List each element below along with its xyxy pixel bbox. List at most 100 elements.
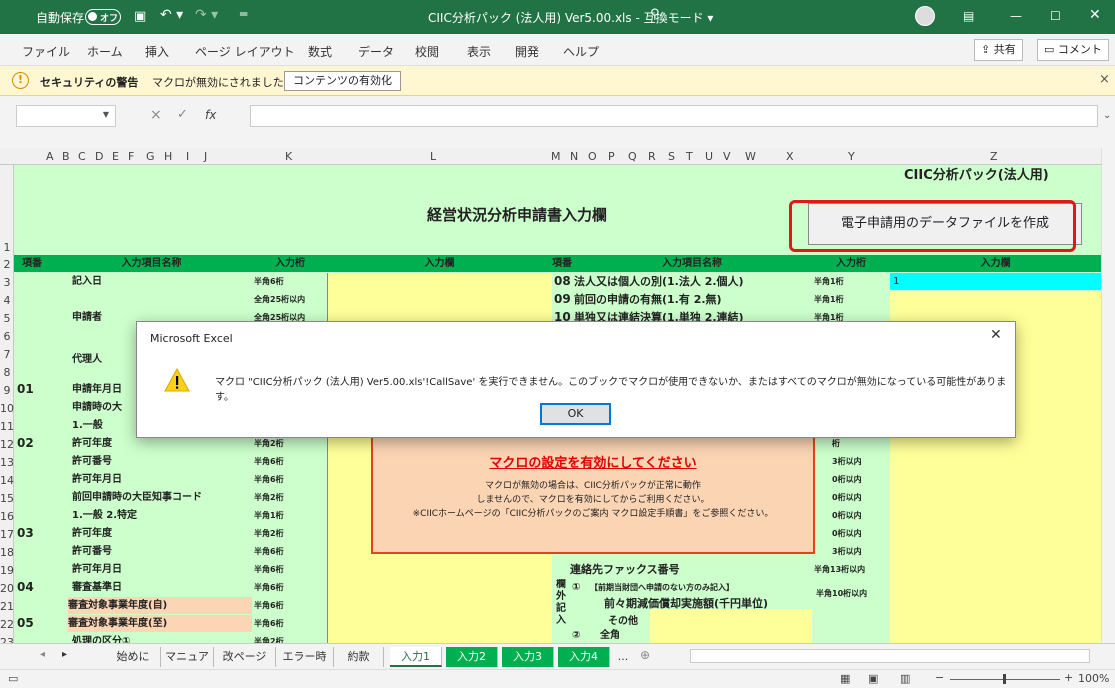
page-break-icon[interactable]: ▥ [900, 672, 910, 685]
zoom-level[interactable]: 100% [1078, 672, 1109, 685]
horizontal-scrollbar[interactable] [690, 649, 1090, 663]
sheet-tab[interactable]: 始めに [106, 647, 161, 667]
tab-data[interactable]: データ [358, 43, 394, 60]
row-9[interactable]: 9 [0, 384, 14, 397]
minimize-icon[interactable]: — [1010, 9, 1022, 23]
formula-input[interactable] [250, 105, 1098, 127]
col-A[interactable]: A [46, 150, 54, 163]
undo-icon[interactable]: ↶ ▾ [160, 7, 183, 23]
sheet-tab[interactable]: マニュアル [161, 647, 214, 683]
close-bar-icon[interactable]: × [1099, 72, 1110, 87]
comments-button[interactable]: ▭ コメント [1037, 39, 1109, 61]
cancel-icon[interactable]: × [150, 107, 162, 123]
tab-review[interactable]: 校閲 [415, 43, 439, 60]
row-14[interactable]: 14 [0, 474, 14, 487]
col-I[interactable]: I [186, 150, 189, 163]
row-5[interactable]: 5 [0, 312, 14, 325]
row-20[interactable]: 20 [0, 582, 14, 595]
search-icon[interactable]: ⚲ [650, 7, 660, 22]
name-box[interactable]: ▼ [16, 105, 116, 127]
col-W[interactable]: W [745, 150, 756, 163]
redo-icon[interactable]: ↷ ▾ [195, 7, 218, 23]
col-L[interactable]: L [430, 150, 436, 163]
col-C[interactable]: C [78, 150, 86, 163]
scroll-left-icon[interactable]: ◂ [40, 649, 45, 660]
account-avatar[interactable] [915, 6, 935, 26]
row-1[interactable]: 1 [0, 241, 14, 254]
share-button[interactable]: ⇪ 共有 [974, 39, 1023, 61]
col-V[interactable]: V [723, 150, 731, 163]
col-Q[interactable]: Q [628, 150, 637, 163]
tab-file[interactable]: ファイル [22, 43, 70, 60]
more-tabs[interactable]: ... [612, 647, 634, 667]
tab-view[interactable]: 表示 [467, 43, 491, 60]
row-12[interactable]: 12 [0, 438, 14, 451]
row-7[interactable]: 7 [0, 348, 14, 361]
row-2[interactable]: 2 [0, 258, 14, 271]
sheet-tab[interactable]: 約款 [334, 647, 384, 667]
normal-view-icon[interactable]: ▦ [840, 672, 850, 685]
col-E[interactable]: E [112, 150, 119, 163]
dialog-close-icon[interactable]: ✕ [990, 327, 1002, 343]
other-input[interactable] [650, 609, 812, 643]
col-P[interactable]: P [608, 150, 615, 163]
tab-developer[interactable]: 開発 [515, 43, 539, 60]
enter-icon[interactable]: ✓ [177, 107, 188, 122]
vertical-scrollbar[interactable] [1101, 148, 1115, 643]
row-18[interactable]: 18 [0, 546, 14, 559]
ok-button[interactable]: OK [540, 403, 611, 425]
col-M[interactable]: M [551, 150, 561, 163]
save-icon[interactable]: ▣ [134, 9, 146, 24]
col-N[interactable]: N [570, 150, 578, 163]
zoom-thumb[interactable] [1003, 674, 1006, 684]
sheet-tab[interactable]: 改ページ [214, 647, 276, 667]
expand-formula-icon[interactable]: ⌄ [1103, 110, 1111, 121]
row-19[interactable]: 19 [0, 564, 14, 577]
row-13[interactable]: 13 [0, 456, 14, 469]
row-4[interactable]: 4 [0, 294, 14, 307]
col-F[interactable]: F [128, 150, 134, 163]
col-D[interactable]: D [95, 150, 103, 163]
zoom-out-icon[interactable]: − [935, 671, 944, 684]
col-B[interactable]: B [62, 150, 70, 163]
row-15[interactable]: 15 [0, 492, 14, 505]
corp-type-input[interactable]: 1 [890, 273, 1101, 290]
tab-home[interactable]: ホーム [87, 43, 123, 60]
sheet-tab[interactable]: 入力3 [502, 647, 554, 667]
col-Z[interactable]: Z [990, 150, 998, 163]
scroll-right-icon[interactable]: ▸ [62, 649, 67, 660]
row-8[interactable]: 8 [0, 366, 14, 379]
maximize-icon[interactable]: ☐ [1050, 9, 1061, 23]
tab-help[interactable]: ヘルプ [563, 43, 599, 60]
document-title[interactable]: CIIC分析パック (法人用) Ver5.00.xls - 互換モード ▾ [428, 9, 713, 26]
row-21[interactable]: 21 [0, 600, 14, 613]
dropdown-icon[interactable]: ▼ [103, 110, 109, 119]
row-16[interactable]: 16 [0, 510, 14, 523]
col-R[interactable]: R [648, 150, 656, 163]
zoom-in-icon[interactable]: + [1064, 671, 1073, 684]
row-22[interactable]: 22 [0, 618, 14, 631]
col-O[interactable]: O [588, 150, 597, 163]
close-icon[interactable]: ✕ [1089, 7, 1101, 23]
col-Y[interactable]: Y [848, 150, 855, 163]
row-17[interactable]: 17 [0, 528, 14, 541]
tab-formulas[interactable]: 数式 [308, 43, 332, 60]
page-layout-icon[interactable]: ▣ [868, 672, 878, 685]
customize-qat-icon[interactable]: ═ [240, 7, 247, 21]
sheet-tab[interactable]: 入力4 [558, 647, 610, 667]
ribbon-display-icon[interactable]: ▤ [963, 9, 974, 23]
col-H[interactable]: H [164, 150, 172, 163]
col-U[interactable]: U [705, 150, 713, 163]
tab-page-layout[interactable]: ページ レイアウト [195, 43, 295, 60]
row-10[interactable]: 10 [0, 402, 14, 415]
macro-record-icon[interactable]: ▭ [8, 672, 18, 685]
col-J[interactable]: J [204, 150, 207, 163]
enable-content-button[interactable]: コンテンツの有効化 [284, 71, 401, 91]
fx-icon[interactable]: fx [205, 108, 216, 122]
row-6[interactable]: 6 [0, 330, 14, 343]
col-X[interactable]: X [786, 150, 794, 163]
sheet-tab[interactable]: エラー時 [276, 647, 334, 667]
tab-insert[interactable]: 挿入 [145, 43, 169, 60]
col-G[interactable]: G [146, 150, 155, 163]
autosave-toggle[interactable]: オフ [85, 9, 121, 25]
